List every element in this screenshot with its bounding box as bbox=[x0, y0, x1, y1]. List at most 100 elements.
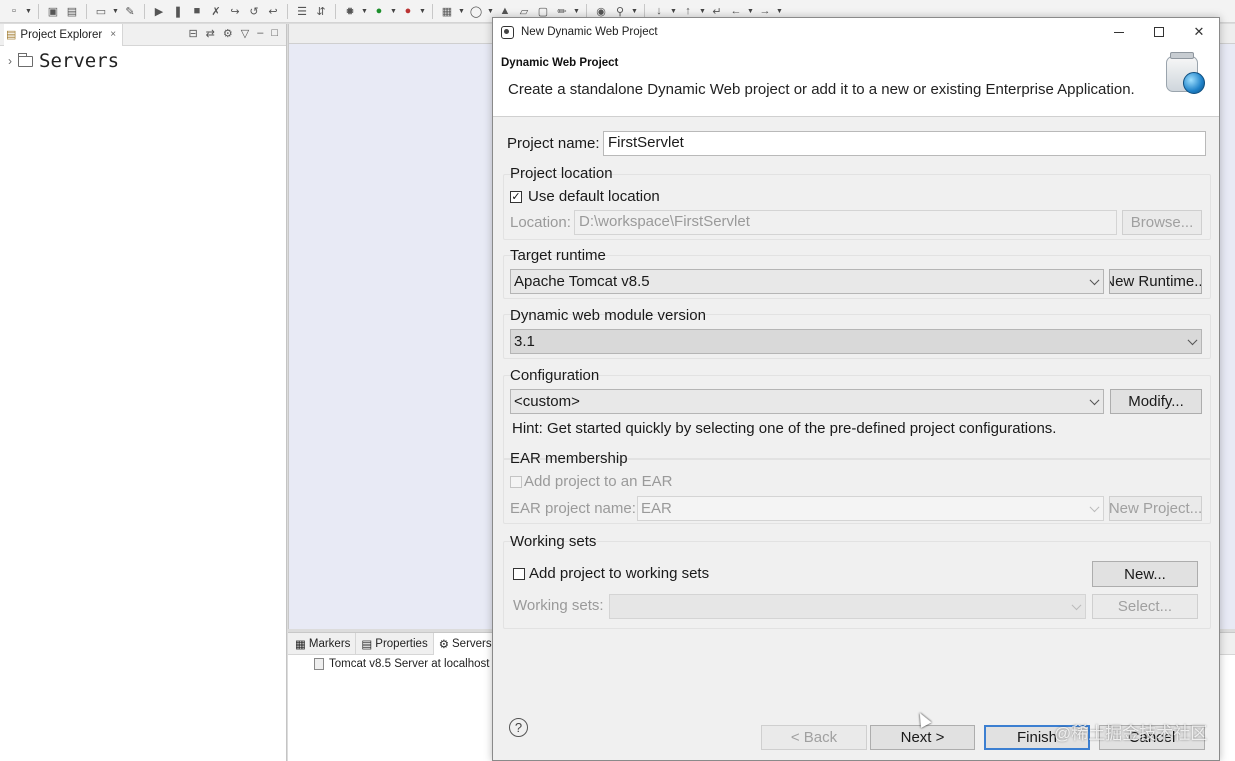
add-to-ear-checkbox bbox=[510, 476, 522, 488]
chevron-down-icon bbox=[1089, 501, 1100, 512]
next-button[interactable]: Next > bbox=[870, 725, 975, 750]
wizard-content: Project name: FirstServlet Project locat… bbox=[493, 118, 1219, 698]
toolbar-separator bbox=[144, 3, 145, 19]
debug-icon[interactable]: ✹ bbox=[342, 3, 358, 19]
configuration-hint: Hint: Get started quickly by selecting o… bbox=[512, 420, 1057, 437]
dropdown-icon[interactable]: ▼ bbox=[747, 8, 754, 15]
tab-label: Servers bbox=[452, 637, 492, 650]
filter-icon[interactable]: ⚙ bbox=[223, 27, 233, 40]
module-version-select[interactable]: 3.1 bbox=[510, 329, 1202, 354]
configuration-select[interactable]: <custom> bbox=[510, 389, 1104, 414]
run-icon[interactable]: ● bbox=[371, 3, 387, 19]
project-explorer-icon: ▤ bbox=[6, 29, 17, 41]
edit-icon[interactable]: ✎ bbox=[122, 3, 138, 19]
dropdown-icon[interactable]: ▼ bbox=[776, 8, 783, 15]
collapse-all-icon[interactable]: ⊟ bbox=[188, 27, 197, 40]
select-working-sets-button: Select... bbox=[1092, 594, 1198, 619]
location-input: D:\workspace\FirstServlet bbox=[574, 210, 1117, 235]
step-into-icon[interactable]: ↪ bbox=[227, 3, 243, 19]
dropdown-icon[interactable]: ▼ bbox=[631, 8, 638, 15]
tab-project-explorer[interactable]: ▤ Project Explorer × bbox=[4, 23, 124, 46]
link-editor-icon[interactable]: ⇄ bbox=[206, 27, 215, 40]
view-menu-icon[interactable]: ▽ bbox=[241, 27, 249, 40]
dropdown-icon[interactable]: ▼ bbox=[361, 8, 368, 15]
dropdown-icon[interactable]: ▼ bbox=[458, 8, 465, 15]
save-all-icon[interactable]: ▤ bbox=[64, 3, 80, 19]
help-icon[interactable]: ? bbox=[509, 718, 528, 737]
configuration-group bbox=[503, 375, 1211, 460]
target-runtime-select[interactable]: Apache Tomcat v8.5 bbox=[510, 269, 1104, 294]
tree-item-label: Servers bbox=[39, 50, 120, 72]
ear-project-name-select: EAR bbox=[637, 496, 1104, 521]
use-default-location-checkbox[interactable]: ✓ bbox=[510, 191, 522, 203]
add-to-working-sets-label: Add project to working sets bbox=[529, 565, 710, 582]
suspend-icon[interactable]: ❚ bbox=[170, 3, 186, 19]
resume-icon[interactable]: ▶ bbox=[151, 3, 167, 19]
dropdown-icon[interactable]: ▼ bbox=[487, 8, 494, 15]
module-version-label: Dynamic web module version bbox=[510, 307, 706, 324]
task-icon[interactable]: ☰ bbox=[294, 3, 310, 19]
new-file-icon[interactable]: ▫ bbox=[6, 3, 22, 19]
server-icon bbox=[314, 658, 324, 670]
window-title: New Dynamic Web Project bbox=[521, 26, 658, 38]
tab-markers[interactable]: ▦ Markers bbox=[290, 632, 357, 655]
project-explorer-panel: ▤ Project Explorer × ⊟ ⇄ ⚙ ▽ – □ › Serve… bbox=[0, 23, 287, 761]
dialog-titlebar: New Dynamic Web Project ✕ bbox=[493, 18, 1219, 46]
toolbar-separator bbox=[38, 3, 39, 19]
watermark: @稀土掘金技术社区 bbox=[1054, 724, 1208, 743]
new-runtime-button[interactable]: New Runtime... bbox=[1109, 269, 1202, 294]
dropdown-icon[interactable]: ▼ bbox=[670, 8, 677, 15]
chevron-right-icon[interactable]: › bbox=[8, 54, 12, 68]
markers-icon: ▦ bbox=[295, 638, 306, 651]
servers-icon: ⚙ bbox=[438, 638, 450, 651]
tab-servers[interactable]: ⚙ Servers bbox=[433, 632, 498, 655]
toolbar-separator bbox=[287, 3, 288, 19]
working-sets-field-label: Working sets: bbox=[513, 597, 604, 614]
close-button[interactable]: ✕ bbox=[1179, 18, 1219, 46]
configuration-label: Configuration bbox=[510, 367, 600, 384]
minimize-button[interactable] bbox=[1099, 18, 1139, 46]
tab-properties[interactable]: ▤ Properties bbox=[356, 632, 434, 655]
minimize-icon[interactable]: – bbox=[257, 27, 263, 40]
ear-project-name-label: EAR project name: bbox=[510, 500, 636, 517]
new-working-set-button[interactable]: New... bbox=[1092, 561, 1198, 587]
jar-lid-shape bbox=[1170, 52, 1194, 59]
step-return-icon[interactable]: ↩ bbox=[265, 3, 281, 19]
step-over-icon[interactable]: ↺ bbox=[246, 3, 262, 19]
tab-label: Properties bbox=[375, 637, 428, 650]
maximize-button[interactable] bbox=[1139, 18, 1179, 46]
toggle-icon[interactable]: ⇵ bbox=[313, 3, 329, 19]
dropdown-icon[interactable]: ▼ bbox=[25, 8, 32, 15]
project-name-input[interactable]: FirstServlet bbox=[603, 131, 1206, 156]
modify-button[interactable]: Modify... bbox=[1110, 389, 1202, 414]
dropdown-icon[interactable]: ▼ bbox=[390, 8, 397, 15]
new-server-icon[interactable]: ▦ bbox=[439, 3, 455, 19]
dropdown-icon[interactable]: ▼ bbox=[112, 8, 119, 15]
chevron-down-icon bbox=[1187, 334, 1198, 345]
terminal-icon[interactable]: ▭ bbox=[93, 3, 109, 19]
back-button: < Back bbox=[761, 725, 867, 750]
new-class-icon[interactable]: ◯ bbox=[468, 3, 484, 19]
maximize-icon[interactable]: □ bbox=[271, 27, 278, 40]
dropdown-icon[interactable]: ▼ bbox=[573, 8, 580, 15]
minimize-icon bbox=[1114, 31, 1124, 33]
save-icon[interactable]: ▣ bbox=[45, 3, 61, 19]
project-location-label: Project location bbox=[510, 165, 613, 182]
page-title: Dynamic Web Project bbox=[501, 57, 619, 69]
close-icon[interactable]: × bbox=[110, 29, 116, 40]
wizard-header: Dynamic Web Project Create a standalone … bbox=[493, 46, 1219, 117]
new-dynamic-web-project-dialog: New Dynamic Web Project ✕ Dynamic Web Pr… bbox=[492, 17, 1220, 761]
ear-project-name-value: EAR bbox=[641, 500, 672, 517]
tree-item-servers[interactable]: › Servers bbox=[0, 46, 286, 72]
project-explorer-tab-label: Project Explorer bbox=[20, 28, 103, 41]
folder-icon bbox=[17, 52, 33, 67]
add-to-working-sets-checkbox[interactable] bbox=[513, 568, 525, 580]
view-toolbar: ⊟ ⇄ ⚙ ▽ – □ bbox=[188, 27, 278, 40]
dropdown-icon[interactable]: ▼ bbox=[419, 8, 426, 15]
disconnect-icon[interactable]: ✗ bbox=[208, 3, 224, 19]
project-name-label: Project name: bbox=[507, 135, 600, 152]
chevron-down-icon bbox=[1089, 274, 1100, 285]
external-tools-icon[interactable]: ● bbox=[400, 3, 416, 19]
dropdown-icon[interactable]: ▼ bbox=[699, 8, 706, 15]
stop-icon[interactable]: ■ bbox=[189, 3, 205, 19]
